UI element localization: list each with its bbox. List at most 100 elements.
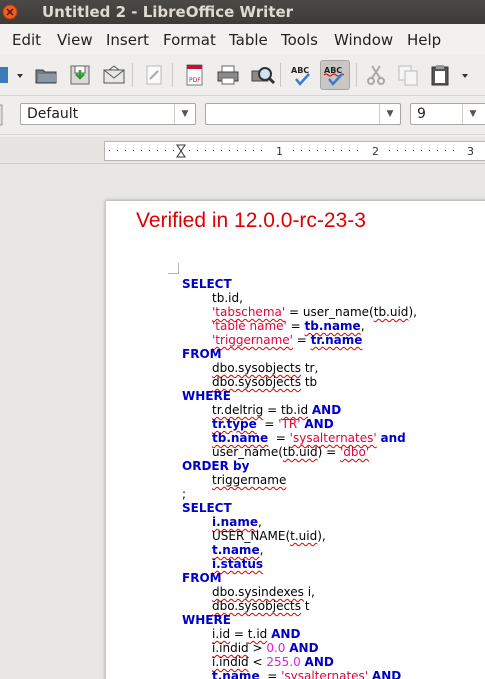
export-pdf-icon[interactable]: PDF <box>180 61 208 89</box>
code-token: ), <box>317 529 326 543</box>
open-icon[interactable] <box>32 61 60 89</box>
code-token: < <box>248 655 267 669</box>
svg-text:PDF: PDF <box>189 77 201 84</box>
code-token: tb.uid <box>373 305 409 319</box>
style-button-icon[interactable] <box>0 101 8 129</box>
indent-marker-icon[interactable] <box>176 144 186 158</box>
code-token: dbo.sysobjects <box>212 375 302 389</box>
code-line: WHERE <box>182 613 417 627</box>
code-line: triggername <box>182 473 417 487</box>
code-token: dbo.sysindexes <box>212 585 304 599</box>
email-icon[interactable] <box>100 61 128 89</box>
document-page[interactable]: Verified in 12.0.0-rc-23-3 SELECT tb.id, '… <box>106 201 485 679</box>
print-preview-icon[interactable] <box>248 61 276 89</box>
code-token: = user_name( <box>285 305 374 319</box>
code-token: dbo.sysobjects <box>212 361 302 375</box>
code-line: SELECT <box>182 277 417 291</box>
menu-help[interactable]: Help <box>407 31 441 49</box>
save-icon[interactable] <box>66 61 94 89</box>
autospellcheck-icon[interactable]: ABC <box>320 60 350 90</box>
code-token: 'dbo' <box>339 445 370 459</box>
code-token: i.indid <box>212 641 249 655</box>
menu-format[interactable]: Format <box>163 31 216 49</box>
paste-icon[interactable] <box>426 61 454 89</box>
code-token: tr, <box>301 361 319 375</box>
code-line: USER_NAME(t.uid), <box>182 529 417 543</box>
code-token: AND <box>371 669 402 679</box>
code-token: 0.0 <box>266 641 286 655</box>
code-token: i.status <box>212 557 264 571</box>
code-token: ; <box>182 487 187 501</box>
document-workspace[interactable]: Verified in 12.0.0-rc-23-3 SELECT tb.id, '… <box>0 164 485 679</box>
code-line: tb.name = 'sysalternates' and <box>182 431 417 445</box>
copy-icon[interactable] <box>394 61 422 89</box>
code-line: t.name = 'sysalternates' AND <box>182 669 417 679</box>
menu-tools[interactable]: Tools <box>281 31 318 49</box>
paste-menu-icon[interactable] <box>458 61 472 89</box>
ruler-mark: 3 <box>467 145 474 158</box>
ruler-mark: 2 <box>372 145 379 158</box>
separator <box>280 63 281 87</box>
print-icon[interactable] <box>214 61 242 89</box>
code-block[interactable]: SELECT tb.id,'tabschema' = user_name(tb.u… <box>182 277 417 679</box>
code-token: user_name( <box>212 445 283 459</box>
code-token: t.name <box>212 669 260 679</box>
code-token: dbo.sysobjects <box>212 599 302 613</box>
code-token: = <box>286 319 305 333</box>
code-token: tb <box>301 375 318 389</box>
horizontal-ruler[interactable]: 1 2 3 <box>0 137 485 164</box>
cut-icon[interactable] <box>362 61 390 89</box>
separator <box>172 63 173 87</box>
code-token: ORDER by <box>182 459 250 473</box>
spelling-icon[interactable]: ABC <box>288 61 316 89</box>
font-size-value: 9 <box>417 106 426 122</box>
menu-window[interactable]: Window <box>334 31 393 49</box>
edit-file-icon[interactable] <box>140 61 168 89</box>
code-line: i.status <box>182 557 417 571</box>
window-controls <box>0 0 40 24</box>
code-line: 'tabschema' = user_name(tb.uid), <box>182 305 417 319</box>
code-token: 'table name' <box>212 319 287 333</box>
menu-insert[interactable]: Insert <box>106 31 149 49</box>
window-title: Untitled 2 - LibreOffice Writer <box>42 3 294 21</box>
font-name-combo[interactable]: ▼ <box>205 103 401 125</box>
code-token: t <box>301 599 310 613</box>
separator <box>356 63 357 87</box>
title-bar: Untitled 2 - LibreOffice Writer <box>0 0 485 24</box>
text-boundary-corner <box>168 263 179 274</box>
code-token: , <box>360 319 365 333</box>
document-heading: Verified in 12.0.0-rc-23-3 <box>136 209 366 232</box>
code-token: 255.0 <box>266 655 301 669</box>
close-button[interactable] <box>0 0 40 24</box>
code-token: FROM <box>182 571 222 585</box>
code-line: FROM <box>182 347 417 361</box>
code-token: AND <box>304 655 334 669</box>
chevron-down-icon[interactable]: ▼ <box>379 104 400 124</box>
code-token: SELECT <box>182 501 232 515</box>
ruler-mark: 1 <box>276 145 283 158</box>
chevron-down-icon[interactable]: ▼ <box>174 104 195 124</box>
code-token: = <box>263 403 281 417</box>
menu-edit[interactable]: Edit <box>12 31 41 49</box>
code-line: i.name, <box>182 515 417 529</box>
menu-view[interactable]: View <box>57 31 93 49</box>
code-token: tb.name <box>212 431 269 445</box>
code-token: 'triggername' <box>212 333 293 347</box>
code-line: 'triggername' = tr.name <box>182 333 417 347</box>
menu-table[interactable]: Table <box>229 31 268 49</box>
code-line: dbo.sysindexes i, <box>182 585 417 599</box>
paragraph-style-combo[interactable]: Default ▼ <box>20 103 196 125</box>
ruler-strip: 1 2 3 <box>104 141 485 161</box>
chevron-down-icon[interactable]: ▼ <box>462 104 483 124</box>
code-line: ORDER by <box>182 459 417 473</box>
code-token: = <box>259 669 282 679</box>
code-token: tb.uid <box>282 445 318 459</box>
code-token: = <box>230 627 248 641</box>
code-token: i, <box>303 585 315 599</box>
code-token: i.indid <box>212 655 249 669</box>
dropdown-arrow-icon[interactable] <box>14 61 26 89</box>
code-token: , <box>257 515 262 529</box>
font-size-combo[interactable]: 9 ▼ <box>410 103 485 125</box>
code-token: triggername <box>212 473 287 487</box>
code-line: tr.deltrig = tb.id AND <box>182 403 417 417</box>
